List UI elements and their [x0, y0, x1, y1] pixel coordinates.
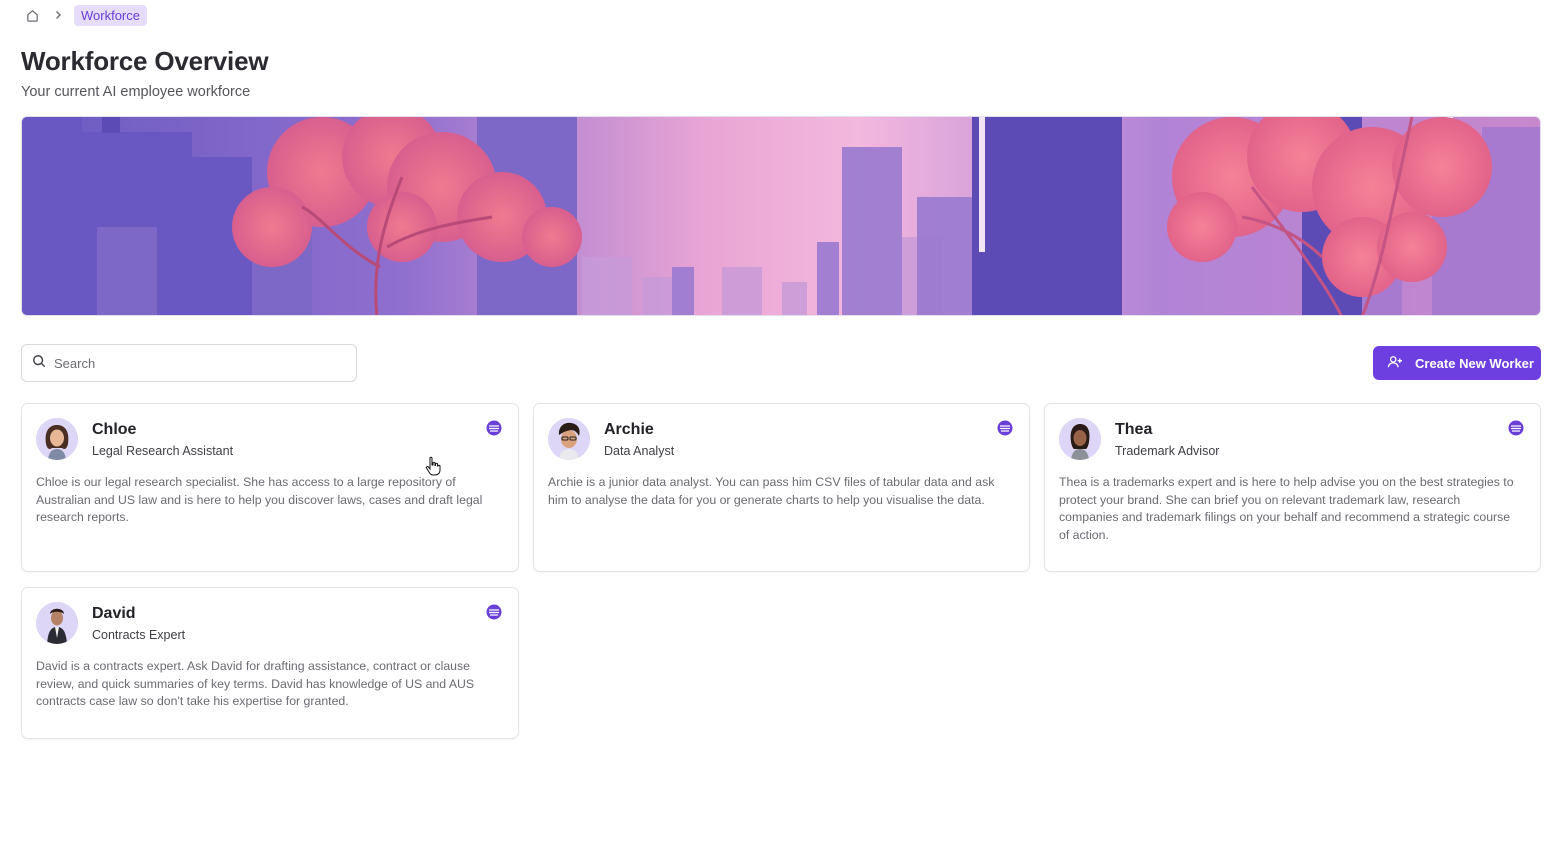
search-box [21, 344, 357, 382]
page-title: Workforce Overview [21, 46, 269, 76]
worker-role: Data Analyst [604, 444, 675, 458]
avatar [548, 418, 590, 460]
chevron-right-icon [52, 5, 64, 25]
avatar [36, 418, 78, 460]
stacked-layers-icon [486, 420, 502, 436]
breadcrumb-current[interactable]: Workforce [74, 4, 147, 26]
worker-description: Archie is a junior data analyst. You can… [548, 475, 995, 507]
worker-name: Chloe [92, 421, 137, 438]
stacked-layers-icon [1508, 420, 1524, 436]
worker-name: Thea [1115, 421, 1153, 438]
worker-card-thea[interactable]: Thea Trademark Advisor Thea is a tradema… [1044, 403, 1541, 572]
create-new-worker-label: Create New Worker [1415, 355, 1534, 371]
worker-role: Legal Research Assistant [92, 444, 234, 458]
page-subtitle: Your current AI employee workforce [21, 84, 251, 100]
worker-name: Archie [604, 421, 654, 438]
create-new-worker-button[interactable]: Create New Worker [1373, 346, 1541, 380]
worker-role: Trademark Advisor [1115, 444, 1220, 458]
breadcrumb: Workforce [22, 4, 147, 26]
worker-description: Chloe is our legal research specialist. … [36, 475, 483, 525]
worker-name: David [92, 605, 136, 622]
hero-banner-image [21, 116, 1541, 316]
user-plus-icon [1387, 355, 1403, 372]
search-input[interactable] [54, 355, 334, 371]
avatar [36, 602, 78, 644]
stacked-layers-icon [486, 604, 502, 620]
stacked-layers-icon [997, 420, 1013, 436]
worker-description: David is a contracts expert. Ask David f… [36, 659, 475, 709]
worker-card-david[interactable]: David Contracts Expert David is a contra… [21, 587, 519, 739]
worker-card-archie[interactable]: Archie Data Analyst Archie is a junior d… [533, 403, 1030, 572]
avatar [1059, 418, 1101, 460]
search-icon [32, 354, 46, 373]
home-icon[interactable] [22, 5, 42, 25]
worker-description: Thea is a trademarks expert and is here … [1059, 475, 1514, 542]
worker-role: Contracts Expert [92, 628, 186, 642]
worker-card-chloe[interactable]: Chloe Legal Research Assistant Chloe is … [21, 403, 519, 572]
